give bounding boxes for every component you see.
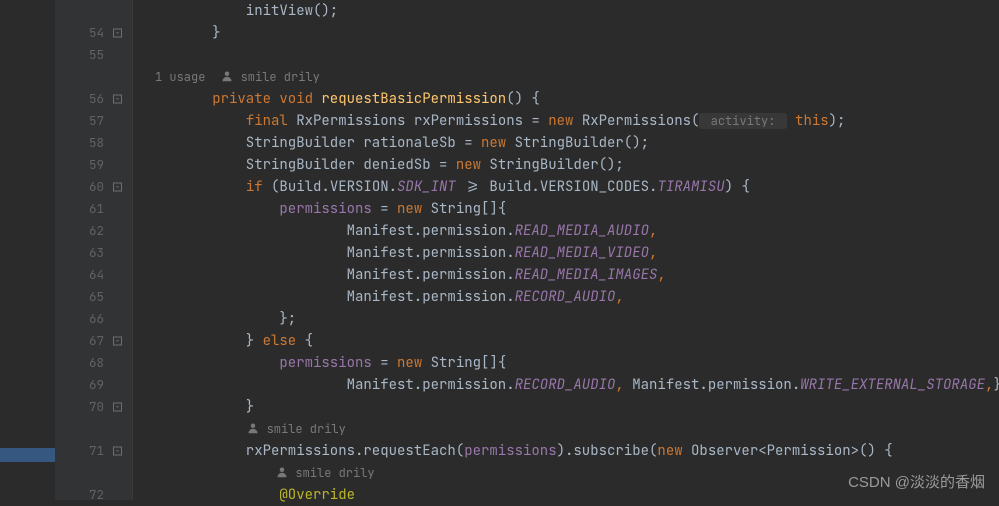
code-line[interactable]: } else {: [145, 330, 999, 352]
code-line[interactable]: }: [145, 22, 999, 44]
gutter-line[interactable]: [55, 462, 132, 484]
gutter-line[interactable]: 62: [55, 220, 132, 242]
gutter-line[interactable]: 69: [55, 374, 132, 396]
author-hint[interactable]: smile drily: [276, 462, 374, 484]
inlay-hints: 1 usage smile drily: [145, 66, 999, 88]
gutter-line[interactable]: 55: [55, 44, 132, 66]
gutter-line[interactable]: 67−: [55, 330, 132, 352]
code-line[interactable]: final RxPermissions rxPermissions = new …: [145, 110, 999, 132]
gutter-line[interactable]: [55, 66, 132, 88]
gutter-line[interactable]: [55, 418, 132, 440]
code-editor[interactable]: 54−55 56−57585960−61626364656667−686970− 7…: [0, 0, 999, 500]
gutter-line[interactable]: 71−: [55, 440, 132, 462]
gutter-line[interactable]: 63: [55, 242, 132, 264]
code-line[interactable]: initView();: [145, 0, 999, 22]
gutter-line[interactable]: 68: [55, 352, 132, 374]
code-line[interactable]: [145, 44, 999, 66]
gutter-line[interactable]: 57: [55, 110, 132, 132]
usage-count[interactable]: 1 usage: [145, 66, 205, 88]
line-gutter[interactable]: 54−55 56−57585960−61626364656667−686970− 7…: [55, 0, 133, 500]
code-line[interactable]: StringBuilder deniedSb = new StringBuild…: [145, 154, 999, 176]
code-line[interactable]: rxPermissions.requestEach(permissions).s…: [145, 440, 999, 462]
code-line[interactable]: private void requestBasicPermission() {: [145, 88, 999, 110]
fold-open-icon[interactable]: −: [113, 337, 122, 346]
author-hint[interactable]: smile drily: [247, 418, 345, 440]
fold-open-icon[interactable]: −: [113, 95, 122, 104]
gutter-line[interactable]: 61: [55, 198, 132, 220]
code-line[interactable]: };: [145, 308, 999, 330]
selection-indicator: [0, 448, 55, 462]
author-hint[interactable]: smile drily: [221, 66, 319, 88]
gutter-line[interactable]: 56−: [55, 88, 132, 110]
fold-open-icon[interactable]: −: [113, 183, 122, 192]
code-area[interactable]: initView(); } 1 usage smile drily private…: [133, 0, 999, 500]
gutter-line[interactable]: 58: [55, 132, 132, 154]
code-line[interactable]: Manifest.permission.RECORD_AUDIO,: [145, 286, 999, 308]
gutter-line[interactable]: 59: [55, 154, 132, 176]
gutter-line[interactable]: 54−: [55, 22, 132, 44]
gutter-line[interactable]: 64: [55, 264, 132, 286]
code-line[interactable]: StringBuilder rationaleSb = new StringBu…: [145, 132, 999, 154]
fold-close-icon[interactable]: −: [113, 403, 122, 412]
code-line[interactable]: Manifest.permission.READ_MEDIA_IMAGES,: [145, 264, 999, 286]
gutter-line[interactable]: [55, 0, 132, 22]
code-line[interactable]: permissions = new String[]{: [145, 198, 999, 220]
code-line[interactable]: Manifest.permission.READ_MEDIA_VIDEO,: [145, 242, 999, 264]
gutter-line[interactable]: 65: [55, 286, 132, 308]
gutter-line[interactable]: 66: [55, 308, 132, 330]
code-line[interactable]: @Override: [145, 484, 999, 506]
fold-close-icon[interactable]: −: [113, 29, 122, 38]
code-line[interactable]: Manifest.permission.RECORD_AUDIO, Manife…: [145, 374, 999, 396]
code-line[interactable]: if (Build.VERSION.SDK_INT >= Build.VERSI…: [145, 176, 999, 198]
inlay-hints: smile drily: [145, 462, 999, 484]
code-line[interactable]: }: [145, 396, 999, 418]
code-line[interactable]: permissions = new String[]{: [145, 352, 999, 374]
fold-open-icon[interactable]: −: [113, 447, 122, 456]
gutter-line[interactable]: 70−: [55, 396, 132, 418]
inlay-hints: smile drily: [145, 418, 999, 440]
gutter-line[interactable]: 72: [55, 484, 132, 506]
left-margin: [0, 0, 55, 500]
code-line[interactable]: Manifest.permission.READ_MEDIA_AUDIO,: [145, 220, 999, 242]
gutter-line[interactable]: 60−: [55, 176, 132, 198]
